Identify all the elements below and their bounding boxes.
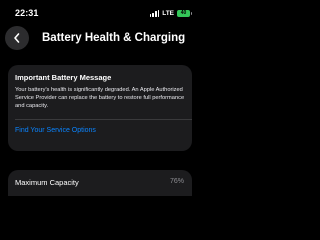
find-service-options-link[interactable]: Find Your Service Options: [15, 127, 96, 134]
cellular-signal-icon: [149, 9, 160, 17]
status-time: 22:31: [15, 8, 39, 18]
status-bar: 22:31 LTE 40: [0, 0, 200, 22]
battery-message-card: Important Battery Message Your battery's…: [8, 65, 192, 151]
navigation-header: Battery Health & Charging: [0, 24, 200, 54]
maximum-capacity-value: 76%: [169, 178, 184, 185]
battery-charging-icon: 40: [177, 9, 192, 17]
chevron-left-icon: [14, 33, 20, 43]
page-title: Battery Health & Charging: [42, 32, 186, 44]
back-button[interactable]: [5, 26, 29, 50]
message-body: Your battery's health is significantly d…: [15, 87, 185, 109]
network-type-label: LTE: [162, 9, 174, 17]
card-divider: [15, 119, 192, 120]
battery-level-text: 40: [180, 9, 187, 16]
message-title: Important Battery Message: [15, 73, 112, 82]
maximum-capacity-row: Maximum Capacity 76%: [8, 170, 192, 196]
status-indicators: LTE 40: [149, 8, 192, 18]
maximum-capacity-label: Maximum Capacity: [15, 178, 79, 187]
